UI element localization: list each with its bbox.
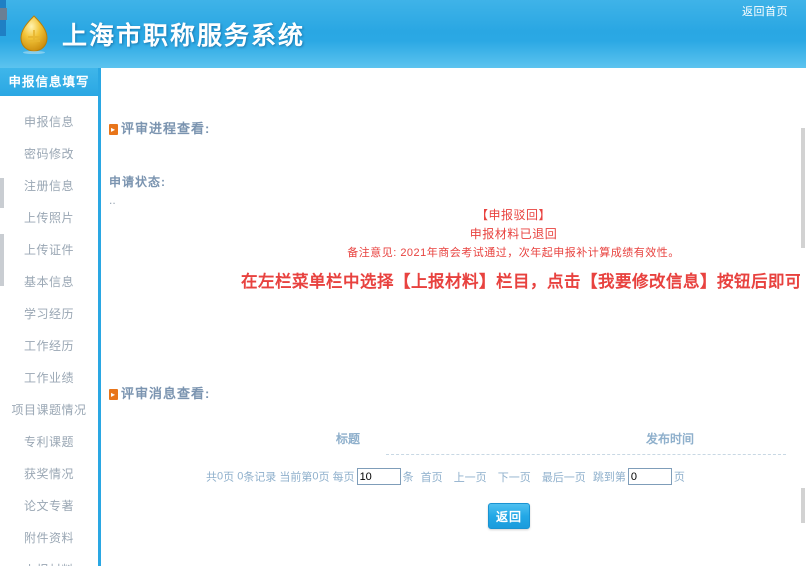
header-left-accent-secondary — [0, 8, 7, 20]
pager-total-pages-prefix: 共 — [206, 471, 217, 484]
status-description: 申报材料已退回 — [469, 227, 558, 241]
scrollbar-thumb-upper[interactable] — [801, 128, 805, 248]
progress-section-title: 评审进程查看: — [121, 121, 211, 136]
pager-jump-unit: 页 — [673, 471, 685, 484]
pager-current-prefix: 当前第 — [279, 471, 313, 484]
sidebar-item-zhuanliketi[interactable]: 专利课题 — [0, 426, 98, 458]
pager-per-page-unit: 条 — [402, 471, 414, 484]
pager-per-page-prefix: 每页 — [332, 471, 355, 484]
application-status-dots: .. — [109, 193, 116, 207]
column-header-publish-time: 发布时间 — [646, 432, 695, 446]
page-header: 返回首页 上海市职称服务系统 — [0, 0, 806, 68]
pager-current-unit: 页 — [318, 471, 330, 484]
app-window: 返回首页 上海市职称服务系统 申报信息填写 申报信息 密码修改 注册信息 上传照 — [0, 0, 806, 566]
per-page-input[interactable] — [356, 468, 401, 485]
sidebar-item-xuexijingli[interactable]: 学习经历 — [0, 298, 98, 330]
status-note: 备注意见: 2021年商会考试通过，次年起申报补计算成绩有效性。 — [347, 247, 680, 259]
pager-next-link[interactable]: 下一页 — [498, 472, 531, 484]
return-home-link[interactable]: 返回首页 — [742, 3, 788, 19]
shield-badge-icon — [20, 15, 48, 54]
message-table-header: 标题 发布时间 — [231, 430, 801, 452]
main-content: ▸ 评审进程查看: 申请状态: .. 【申报驳回】 申报材料已退回 备注意见: 2… — [101, 68, 806, 566]
message-section-heading: ▸ 评审消息查看: — [109, 383, 210, 402]
sidebar-item-gongzuojingli[interactable]: 工作经历 — [0, 330, 98, 362]
pager-jump-prefix: 跳到第 — [592, 471, 626, 484]
sidebar-edge-marker-top — [0, 178, 4, 208]
jump-page-input[interactable] — [627, 468, 672, 485]
sidebar-item-huojiangqingkuang[interactable]: 获奖情况 — [0, 458, 98, 490]
message-table-divider — [386, 454, 786, 456]
sidebar-item-shangchuanzhaopian[interactable]: 上传照片 — [0, 202, 98, 234]
arrow-right-icon: ▸ — [109, 389, 118, 400]
sidebar: 申报信息填写 申报信息 密码修改 注册信息 上传照片 上传证件 基本信息 学习经… — [0, 68, 101, 566]
sidebar-item-lunwenzhuanzhu[interactable]: 论文专著 — [0, 490, 98, 522]
sidebar-title: 申报信息填写 — [0, 68, 98, 96]
sidebar-item-gongzuoyeji[interactable]: 工作业绩 — [0, 362, 98, 394]
sidebar-item-xiangmuketi[interactable]: 项目课题情况 — [0, 394, 98, 426]
progress-section-heading: ▸ 评审进程查看: — [109, 118, 210, 137]
status-block: 【申报驳回】 申报材料已退回 备注意见: 2021年商会考试通过，次年起申报补计… — [221, 206, 806, 263]
back-button[interactable]: 返回 — [488, 503, 530, 529]
sidebar-menu: 申报信息 密码修改 注册信息 上传照片 上传证件 基本信息 学习经历 工作经历 … — [0, 96, 98, 566]
pager-records-unit: 条记录 — [243, 471, 277, 484]
pager-last-link[interactable]: 最后一页 — [542, 472, 586, 484]
site-title: 上海市职称服务系统 — [62, 21, 306, 50]
sidebar-edge-marker-bottom — [0, 234, 4, 286]
message-section-title: 评审消息查看: — [121, 386, 211, 401]
instruction-text: 在左栏菜单栏中选择【上报材料】栏目，点击【我要修改信息】按钮后即可进行信息的修改… — [241, 273, 806, 291]
scrollbar-thumb-lower[interactable] — [801, 488, 805, 523]
sidebar-item-mimaxiugai[interactable]: 密码修改 — [0, 138, 98, 170]
column-header-title: 标题 — [336, 432, 361, 446]
application-status-label: 申请状态: — [109, 175, 166, 189]
message-table: 标题 发布时间 — [231, 430, 801, 455]
arrow-right-icon: ▸ — [109, 124, 118, 135]
pager-first-link[interactable]: 首页 — [421, 472, 443, 484]
sidebar-item-shangbaocailiao[interactable]: 上报材料 — [0, 554, 98, 566]
sidebar-item-shenbaoxinxi[interactable]: 申报信息 — [0, 106, 98, 138]
page-scrollbar[interactable] — [800, 68, 806, 566]
status-badge: 【申报驳回】 — [475, 208, 551, 222]
sidebar-item-fujianziliao[interactable]: 附件资料 — [0, 522, 98, 554]
pagination-bar: 共0页 0条记录 当前第0页 每页条 首页 上一页 下一页 最后一页 跳到第页 — [206, 468, 806, 485]
pager-prev-link[interactable]: 上一页 — [454, 472, 487, 484]
pager-page-unit: 页 — [223, 471, 235, 484]
sidebar-item-shangchuanzhengjian[interactable]: 上传证件 — [0, 234, 98, 266]
sidebar-item-zhucexinxi[interactable]: 注册信息 — [0, 170, 98, 202]
sidebar-item-jibenxinxi[interactable]: 基本信息 — [0, 266, 98, 298]
